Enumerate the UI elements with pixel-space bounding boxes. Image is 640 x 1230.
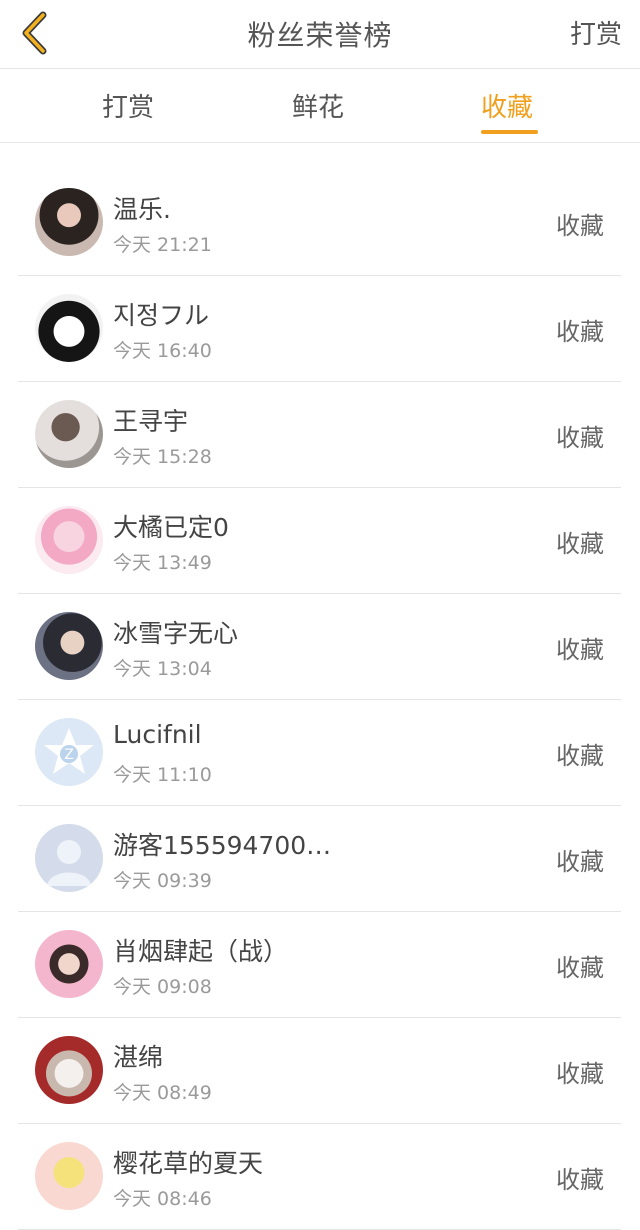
tab-active-indicator bbox=[481, 130, 538, 134]
page-title: 粉丝荣誉榜 bbox=[247, 19, 393, 52]
timestamp: 今天 08:49 bbox=[113, 1082, 212, 1104]
tab-favorites[interactable]: 收藏 bbox=[481, 87, 533, 124]
user-name: 肖烟肆起（战） bbox=[113, 937, 289, 966]
timestamp: 今天 11:10 bbox=[113, 764, 212, 786]
timestamp: 今天 21:21 bbox=[113, 234, 212, 256]
chevron-left-icon bbox=[22, 11, 47, 55]
timestamp: 今天 13:04 bbox=[113, 658, 212, 680]
user-name: 王寻宇 bbox=[113, 407, 189, 436]
timestamp: 今天 13:49 bbox=[113, 552, 212, 574]
timestamp: 今天 09:08 bbox=[113, 976, 212, 998]
list-item[interactable]: 大橘已定0 今天 13:49 收藏 bbox=[18, 488, 621, 594]
star-icon: Z bbox=[44, 728, 94, 774]
list-item[interactable]: Z Lucifnil 今天 11:10 收藏 bbox=[18, 700, 621, 806]
action-label: 收藏 bbox=[556, 954, 604, 982]
user-name: 大橘已定0 bbox=[113, 513, 229, 542]
list-item[interactable]: 肖烟肆起（战） 今天 09:08 收藏 bbox=[18, 912, 621, 1018]
user-name: 冰雪字无心 bbox=[113, 619, 239, 648]
action-label: 收藏 bbox=[556, 1166, 604, 1194]
avatar bbox=[35, 294, 103, 362]
list-item[interactable]: 王寻宇 今天 15:28 收藏 bbox=[18, 382, 621, 488]
header: 粉丝荣誉榜 打赏 bbox=[0, 0, 640, 69]
default-user-icon bbox=[47, 840, 91, 886]
avatar bbox=[35, 400, 103, 468]
action-label: 收藏 bbox=[556, 848, 604, 876]
action-label: 收藏 bbox=[556, 636, 604, 664]
back-button[interactable] bbox=[14, 10, 54, 56]
user-name: 游客155594700… bbox=[113, 831, 332, 860]
avatar bbox=[35, 824, 103, 892]
avatar bbox=[35, 506, 103, 574]
list-item[interactable]: 温乐. 今天 21:21 收藏 bbox=[18, 170, 621, 276]
user-name: 樱花草的夏天 bbox=[113, 1149, 264, 1178]
avatar bbox=[35, 188, 103, 256]
timestamp: 今天 16:40 bbox=[113, 340, 212, 362]
user-name: 지정フル bbox=[113, 301, 210, 330]
timestamp: 今天 15:28 bbox=[113, 446, 212, 468]
list-item[interactable]: 樱花草的夏天 今天 08:46 收藏 bbox=[18, 1124, 621, 1230]
tab-tips[interactable]: 打赏 bbox=[102, 87, 154, 124]
list-item[interactable]: 冰雪字无心 今天 13:04 收藏 bbox=[18, 594, 621, 700]
tab-flowers[interactable]: 鲜花 bbox=[292, 87, 344, 124]
tip-button[interactable]: 打赏 bbox=[570, 14, 622, 51]
avatar bbox=[35, 1036, 103, 1104]
list-item[interactable]: 湛绵 今天 08:49 收藏 bbox=[18, 1018, 621, 1124]
list-item[interactable]: 游客155594700… 今天 09:39 收藏 bbox=[18, 806, 621, 912]
action-label: 收藏 bbox=[556, 530, 604, 558]
svg-text:Z: Z bbox=[64, 747, 74, 763]
avatar: Z bbox=[35, 718, 103, 786]
timestamp: 今天 08:46 bbox=[113, 1188, 212, 1210]
timestamp: 今天 09:39 bbox=[113, 870, 212, 892]
tab-bar: 打赏 鲜花 收藏 bbox=[0, 69, 640, 143]
avatar bbox=[35, 612, 103, 680]
fan-list: 温乐. 今天 21:21 收藏 지정フル 今天 16:40 收藏 王寻宇 今天 … bbox=[18, 170, 621, 1230]
action-label: 收藏 bbox=[556, 742, 604, 770]
action-label: 收藏 bbox=[556, 424, 604, 452]
action-label: 收藏 bbox=[556, 212, 604, 240]
avatar bbox=[35, 1142, 103, 1210]
user-name: 湛绵 bbox=[113, 1043, 164, 1072]
action-label: 收藏 bbox=[556, 318, 604, 346]
list-item[interactable]: 지정フル 今天 16:40 收藏 bbox=[18, 276, 621, 382]
avatar bbox=[35, 930, 103, 998]
user-name: 温乐. bbox=[113, 195, 171, 224]
action-label: 收藏 bbox=[556, 1060, 604, 1088]
user-name: Lucifnil bbox=[113, 720, 202, 749]
